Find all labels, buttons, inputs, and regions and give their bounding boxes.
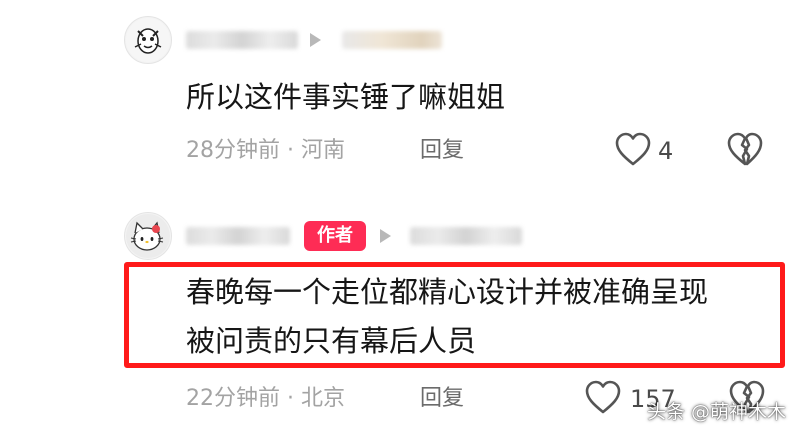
blurred-username[interactable] [186, 227, 290, 245]
reply-button[interactable]: 回复 [420, 136, 464, 166]
author-badge: 作者 [304, 221, 366, 251]
comment-text: 所以这件事实锤了嘛姐姐 [186, 80, 506, 114]
avatar[interactable] [124, 16, 172, 64]
watermark: 头条 @萌神木木 [646, 401, 786, 423]
heart-outline-icon[interactable] [584, 379, 622, 415]
avatar-hello-kitty-icon [126, 214, 170, 258]
reply-button[interactable]: 回复 [420, 384, 464, 414]
comment-meta: 28分钟前 · 河南 [186, 138, 345, 163]
reply-arrow-icon [380, 229, 391, 243]
highlight-box [124, 262, 785, 368]
blurred-username[interactable] [186, 31, 298, 49]
blurred-reply-target[interactable] [342, 31, 442, 49]
comment-meta: 22分钟前 · 北京 [186, 386, 345, 411]
like-count: 4 [658, 137, 674, 165]
heart-outline-icon[interactable] [614, 131, 652, 167]
avatar-cartoon-icon [126, 18, 170, 62]
broken-heart-icon[interactable] [726, 131, 764, 167]
avatar[interactable] [124, 212, 172, 260]
blurred-reply-target[interactable] [410, 227, 522, 245]
reply-arrow-icon [310, 33, 321, 47]
